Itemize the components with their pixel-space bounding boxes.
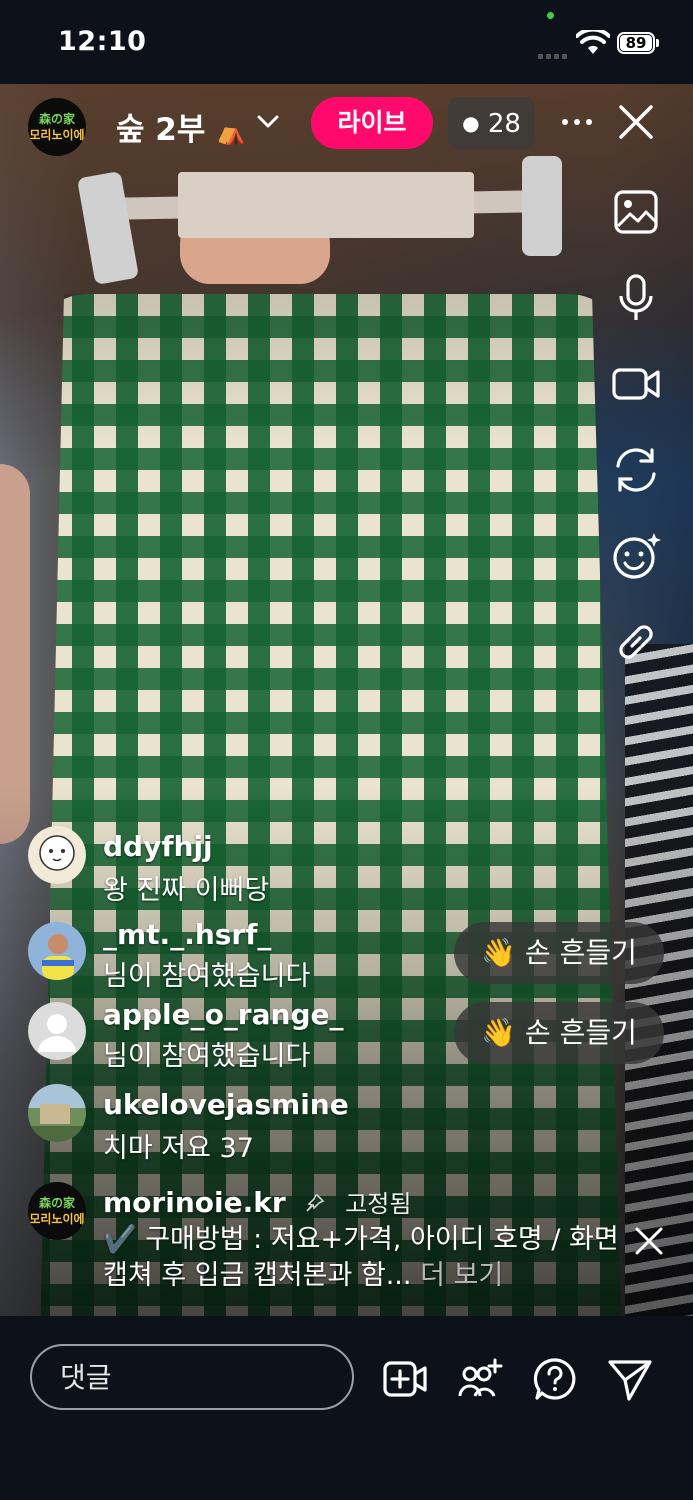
chevron-down-icon[interactable] (256, 112, 280, 132)
wave-button[interactable]: 👋 손 흔들기 (454, 922, 664, 984)
commenter-avatar[interactable] (28, 1084, 86, 1142)
battery-icon: 89 (617, 32, 655, 54)
hanger (178, 172, 474, 238)
viewer-count[interactable]: ● 28 (448, 97, 535, 149)
live-title[interactable]: 숲 2부 ⛺ (116, 104, 246, 149)
pinned-label: 고정됨 (345, 1190, 412, 1218)
add-video-icon[interactable] (382, 1356, 428, 1402)
wifi-icon (576, 30, 610, 54)
wave-emoji: 👋 (481, 936, 516, 969)
commenter-avatar[interactable] (28, 826, 86, 884)
comment-username[interactable]: ddyfhjj (103, 830, 213, 863)
video-camera-icon[interactable] (610, 358, 662, 410)
tent-emoji: ⛺ (216, 118, 247, 146)
wave-button[interactable]: 👋 손 흔들기 (454, 1002, 664, 1064)
link-icon[interactable] (610, 616, 662, 668)
close-icon[interactable] (618, 104, 654, 140)
comment-text: 님이 참여했습니다 (103, 1041, 311, 1072)
cellular-signal-icon (538, 44, 570, 59)
live-badge: 라이브 (311, 97, 433, 149)
image-icon[interactable] (610, 186, 662, 238)
pinned-username[interactable]: morinoie.kr 고정됨 (103, 1184, 411, 1219)
switch-camera-icon[interactable] (610, 444, 662, 496)
comment-username[interactable]: ukelovejasmine (103, 1088, 349, 1121)
battery-level: 89 (620, 35, 652, 52)
eye-icon: ● (462, 111, 480, 135)
side-toolbar (610, 186, 662, 702)
comment-username[interactable]: _mt._.hsrf_ (103, 918, 271, 951)
comment-username[interactable]: apple_o_range_ (103, 998, 343, 1031)
comment-text: 치마 저요 37 (103, 1133, 254, 1164)
status-bar: 12:10 89 (0, 0, 693, 84)
more-options-icon[interactable] (560, 116, 594, 128)
microphone-icon[interactable] (610, 272, 662, 324)
host-avatar[interactable]: 森の家 모리노이에 (28, 98, 86, 156)
add-guest-icon[interactable] (457, 1356, 503, 1402)
camera-indicator (547, 12, 554, 19)
pin-icon (306, 1194, 325, 1212)
send-icon[interactable] (607, 1356, 653, 1402)
wave-emoji: 👋 (481, 1016, 516, 1049)
comment-text: 님이 참여했습니다 (103, 961, 311, 992)
status-time: 12:10 (58, 26, 147, 57)
default-avatar-icon[interactable] (28, 1002, 86, 1060)
question-icon[interactable] (532, 1356, 578, 1402)
unpin-close-icon[interactable] (634, 1226, 664, 1256)
comment-input[interactable] (30, 1344, 354, 1410)
host-avatar-small[interactable]: 森の家 모리노이에 (28, 1182, 86, 1240)
bottom-bar (0, 1316, 693, 1500)
commenter-avatar[interactable] (28, 922, 86, 980)
effects-icon[interactable] (610, 530, 662, 582)
pinned-text[interactable]: ✔️ 구매방법 : 저요+가격, 아이디 호명 / 화면 캡쳐 후 입금 캡처본… (103, 1222, 623, 1294)
see-more-link[interactable]: 더 보기 (420, 1260, 503, 1291)
comment-text: 왕 진짜 이뻐당 (103, 875, 270, 906)
